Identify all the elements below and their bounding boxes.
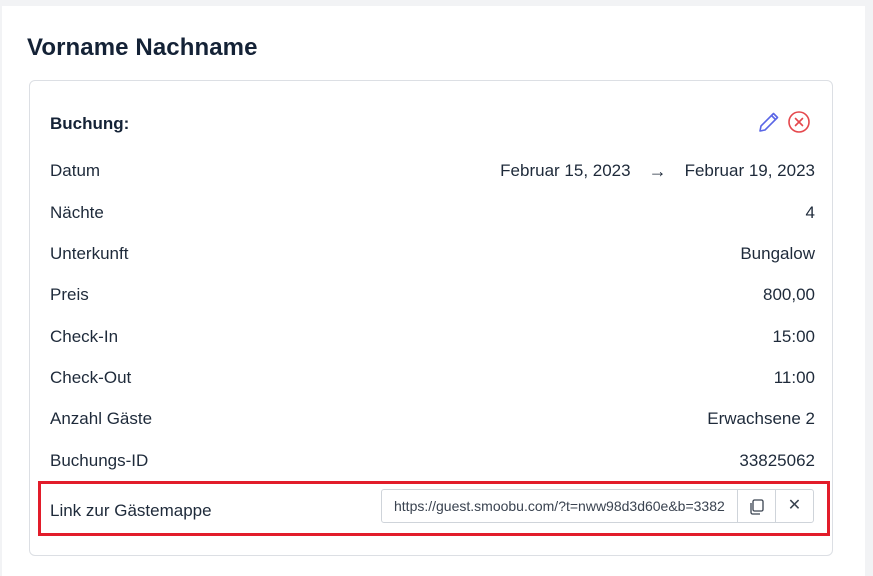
delete-button[interactable] bbox=[786, 109, 812, 135]
row-datum: Datum Februar 15, 2023 → Februar 19, 202… bbox=[50, 159, 815, 183]
row-check-out: Check-Out 11:00 bbox=[50, 366, 815, 390]
row-label: Check-Out bbox=[50, 368, 132, 387]
row-value: 15:00 bbox=[772, 327, 815, 346]
booking-heading: Buchung: bbox=[50, 114, 130, 133]
row-value: Bungalow bbox=[740, 244, 815, 263]
row-label: Nächte bbox=[50, 203, 104, 222]
row-value: 4 bbox=[805, 203, 815, 222]
row-label: Check-In bbox=[50, 327, 119, 346]
row-value: 33825062 bbox=[739, 451, 815, 470]
row-label: Anzahl Gäste bbox=[50, 409, 153, 428]
pencil-icon bbox=[759, 112, 779, 132]
arrow-right-icon: → bbox=[648, 160, 667, 181]
row-value: Erwachsene 2 bbox=[707, 409, 815, 428]
date-range: Februar 15, 2023 → Februar 19, 2023 bbox=[500, 161, 815, 182]
highlight-frame bbox=[38, 481, 830, 536]
circle-x-icon bbox=[788, 111, 810, 133]
date-from: Februar 15, 2023 bbox=[500, 161, 631, 180]
row-label: Buchungs-ID bbox=[50, 451, 149, 470]
row-unterkunft: Unterkunft Bungalow bbox=[50, 242, 815, 266]
row-label: Preis bbox=[50, 285, 89, 304]
page-title: Vorname Nachname bbox=[27, 34, 258, 61]
date-to: Februar 19, 2023 bbox=[684, 161, 815, 180]
row-label: Datum bbox=[50, 161, 101, 180]
row-value: 11:00 bbox=[773, 368, 815, 387]
row-anzahl-gaeste: Anzahl Gäste Erwachsene 2 bbox=[50, 407, 815, 431]
row-preis: Preis 800,00 bbox=[50, 283, 815, 307]
row-check-in: Check-In 15:00 bbox=[50, 325, 815, 349]
row-naechte: Nächte 4 bbox=[50, 201, 815, 225]
row-label: Unterkunft bbox=[50, 244, 129, 263]
row-buchungs-id: Buchungs-ID 33825062 bbox=[50, 449, 815, 473]
row-value: 800,00 bbox=[763, 285, 815, 304]
edit-button[interactable] bbox=[756, 109, 782, 135]
